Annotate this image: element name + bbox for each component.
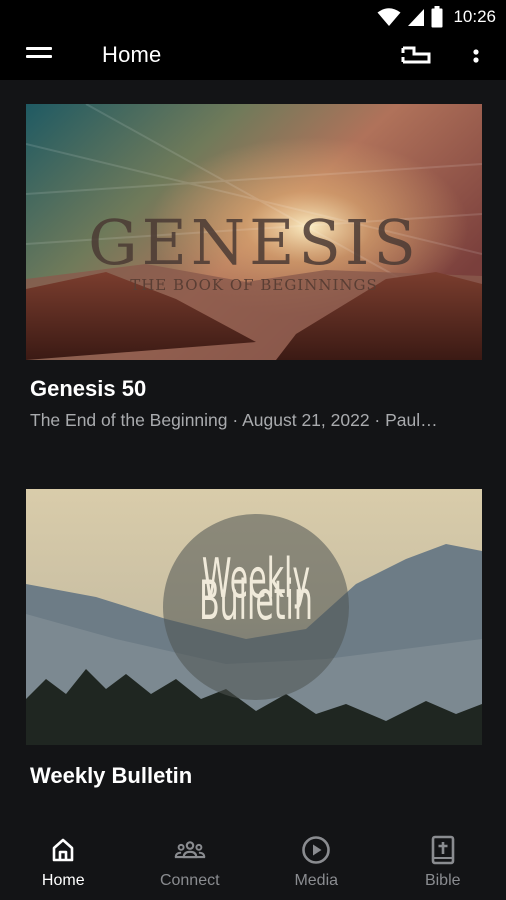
menu-icon-bar [26,55,52,58]
menu-button[interactable] [22,42,58,70]
artwork-line2-text: Bulletin [199,570,313,633]
bulletin-thumbnail[interactable]: Weekly Bulletin [26,489,482,745]
nav-connect[interactable]: Connect [127,820,254,900]
wifi-icon [377,8,401,26]
bottom-navigation: Home Connect Media Bible [0,820,506,900]
menu-icon-bar [26,47,52,50]
app-bar: Home [0,32,506,80]
nav-bible[interactable]: Bible [380,820,506,900]
sermon-thumbnail[interactable]: GENESIS THE BOOK OF BEGINNINGS [26,104,482,360]
home-icon [52,838,74,862]
nav-label: Bible [424,872,461,889]
cast-button[interactable] [398,38,434,74]
artwork-title-text: GENESIS [88,206,420,279]
nav-home[interactable]: Home [0,820,127,900]
genesis-artwork: GENESIS THE BOOK OF BEGINNINGS [26,104,482,360]
nav-label: Connect [159,872,220,889]
card-title[interactable]: Weekly Bulletin [30,763,192,789]
more-options-button[interactable] [458,38,494,74]
content-feed[interactable]: GENESIS THE BOOK OF BEGINNINGS Genesis 5… [0,80,506,820]
battery-icon [431,6,443,28]
play-circle-icon [302,836,331,864]
page-title: Home [102,42,162,67]
cast-icon [401,46,431,64]
nav-label: Home [41,872,85,889]
nav-media[interactable]: Media [253,820,380,900]
bulletin-card[interactable]: Weekly Bulletin Weekly Bulletin [26,489,482,788]
card-title[interactable]: Genesis 50 [30,376,146,402]
artwork-subtitle-text: THE BOOK OF BEGINNINGS [130,276,378,294]
bulletin-artwork: Weekly Bulletin [26,489,482,745]
more-vert-icon [473,49,479,63]
card-subtitle: The End of the Beginning · August 21, 20… [30,410,438,430]
group-icon [174,841,205,859]
nav-label: Media [294,872,339,889]
status-time: 10:26 [453,7,496,26]
cell-signal-icon [408,9,425,26]
sermon-card[interactable]: GENESIS THE BOOK OF BEGINNINGS Genesis 5… [26,104,482,430]
status-icons: 10:26 [377,6,496,28]
bible-icon [431,835,455,865]
status-bar: 10:26 [0,0,506,32]
